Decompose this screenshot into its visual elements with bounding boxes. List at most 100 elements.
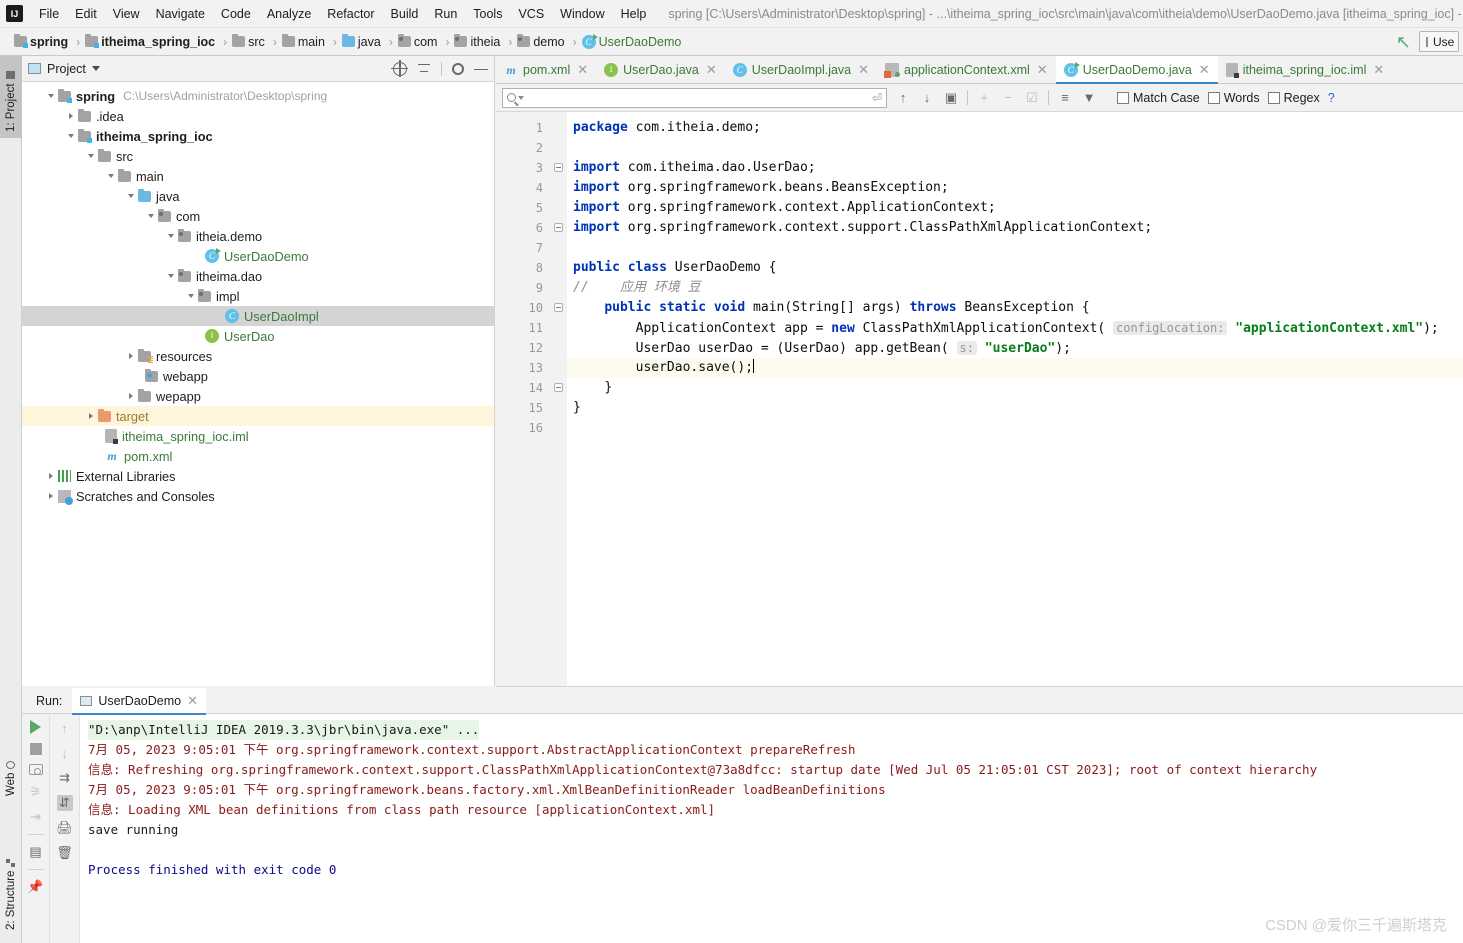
hide-icon[interactable] xyxy=(474,62,488,76)
menu-build[interactable]: Build xyxy=(383,4,427,24)
match-case-checkbox[interactable]: Match Case xyxy=(1117,91,1200,105)
stop-icon[interactable] xyxy=(29,743,42,755)
breadcrumb-itheia[interactable]: itheia xyxy=(452,34,505,49)
menu-help[interactable]: Help xyxy=(613,4,655,24)
search-field[interactable] xyxy=(524,90,872,105)
tree-item-src[interactable]: src xyxy=(22,146,494,166)
print-icon[interactable]: 🖨 xyxy=(56,820,73,836)
tree-item-wepapp[interactable]: wepapp xyxy=(22,386,494,406)
breadcrumb-userdaodemo[interactable]: C UserDaoDemo xyxy=(580,33,687,49)
gear-icon[interactable] xyxy=(452,62,464,75)
run-configuration-selector[interactable]: Use xyxy=(1419,31,1459,52)
tree-item-java[interactable]: java xyxy=(22,186,494,206)
menu-file[interactable]: File xyxy=(31,4,67,24)
help-icon[interactable]: ? xyxy=(1328,91,1335,105)
tree-item-userdao[interactable]: I UserDao xyxy=(22,326,494,346)
fold-icon[interactable] xyxy=(554,303,563,312)
tab-itheima-spring-ioc-iml[interactable]: itheima_spring_ioc.iml ✕ xyxy=(1218,56,1393,83)
soft-wrap-icon[interactable]: ⇉ xyxy=(57,770,73,786)
menu-tools[interactable]: Tools xyxy=(465,4,510,24)
menu-refactor[interactable]: Refactor xyxy=(319,4,382,24)
run-icon[interactable] xyxy=(30,720,41,734)
breadcrumb-spring[interactable]: spring xyxy=(12,34,73,49)
close-icon[interactable]: ✕ xyxy=(187,693,198,709)
menu-run[interactable]: Run xyxy=(426,4,465,24)
breadcrumb-com[interactable]: com xyxy=(396,34,443,49)
locate-icon[interactable] xyxy=(391,59,408,77)
menu-vcs[interactable]: VCS xyxy=(510,4,552,24)
sidebar-item-structure[interactable]: 2: Structure xyxy=(0,836,22,936)
code-lines[interactable]: package com.itheia.demo; import com.ithe… xyxy=(567,112,1463,686)
tab-pom-xml[interactable]: m pom.xml ✕ xyxy=(496,56,596,83)
chevron-right-icon[interactable] xyxy=(84,413,98,419)
menu-analyze[interactable]: Analyze xyxy=(259,4,319,24)
sidebar-item-web[interactable]: Web xyxy=(0,746,22,802)
close-icon[interactable]: ✕ xyxy=(1037,62,1048,78)
close-icon[interactable]: ✕ xyxy=(1373,62,1384,78)
find-next-icon[interactable]: ↓ xyxy=(919,90,935,106)
search-in-comments-icon[interactable]: ≡ xyxy=(1057,90,1073,106)
breadcrumb-demo[interactable]: demo xyxy=(515,34,569,49)
tab-userdao-java[interactable]: I UserDao.java ✕ xyxy=(596,56,725,83)
close-icon[interactable]: ✕ xyxy=(858,62,869,78)
tree-item-userdaodemo[interactable]: C UserDaoDemo xyxy=(22,246,494,266)
tree-item-external-libraries[interactable]: External Libraries xyxy=(22,466,494,486)
menu-code[interactable]: Code xyxy=(213,4,259,24)
tree-item-itheia-demo[interactable]: itheia.demo xyxy=(22,226,494,246)
tree-item-spring[interactable]: spring C:\Users\Administrator\Desktop\sp… xyxy=(22,86,494,106)
chevron-down-icon[interactable] xyxy=(164,274,178,278)
chevron-down-icon[interactable] xyxy=(64,134,78,138)
words-checkbox[interactable]: Words xyxy=(1207,91,1260,105)
chevron-down-icon[interactable] xyxy=(104,174,118,178)
chevron-down-icon[interactable] xyxy=(44,94,58,98)
menu-edit[interactable]: Edit xyxy=(67,4,105,24)
tree-item-pom[interactable]: m pom.xml xyxy=(22,446,494,466)
breadcrumb-main[interactable]: main xyxy=(280,34,330,49)
scroll-down-icon[interactable]: ↓ xyxy=(57,745,73,761)
tree-item-itheima-spring-ioc[interactable]: itheima_spring_ioc xyxy=(22,126,494,146)
chevron-down-icon[interactable] xyxy=(124,194,138,198)
close-icon[interactable]: ✕ xyxy=(1199,62,1210,78)
screenshot-icon[interactable] xyxy=(28,764,43,775)
sidebar-item-project[interactable]: 1: Project xyxy=(0,56,22,138)
chevron-right-icon[interactable] xyxy=(124,393,138,399)
tab-userdaodemo-java[interactable]: C UserDaoDemo.java ✕ xyxy=(1055,56,1218,84)
fold-icon[interactable] xyxy=(554,383,563,392)
back-arrow-icon[interactable]: ↖ xyxy=(1396,33,1411,51)
breadcrumb-itheima-spring-ioc[interactable]: itheima_spring_ioc xyxy=(83,34,220,49)
chevron-down-icon[interactable] xyxy=(144,214,158,218)
menu-window[interactable]: Window xyxy=(552,4,612,24)
menu-navigate[interactable]: Navigate xyxy=(148,4,213,24)
tree-item-com[interactable]: com xyxy=(22,206,494,226)
code-editor[interactable]: 1 2 3 4 5 6 7 8 9 10 11 12 13 14 15 16 p… xyxy=(496,112,1463,686)
chevron-down-icon[interactable] xyxy=(91,66,100,71)
tree-item-userdaoimpl[interactable]: C UserDaoImpl xyxy=(22,306,494,326)
breadcrumb-src[interactable]: src xyxy=(230,34,270,49)
tree-item-main[interactable]: main xyxy=(22,166,494,186)
tree-item-itheima-dao[interactable]: itheima.dao xyxy=(22,266,494,286)
select-all-occurrences-icon[interactable]: ▣ xyxy=(943,90,959,106)
tree-item-resources[interactable]: resources xyxy=(22,346,494,366)
scroll-to-end-icon[interactable]: ⇵ xyxy=(56,795,73,811)
breadcrumb-java[interactable]: java xyxy=(340,34,386,49)
regex-checkbox[interactable]: Regex xyxy=(1267,91,1320,105)
collapse-all-icon[interactable] xyxy=(417,62,431,76)
close-icon[interactable]: ✕ xyxy=(706,62,717,78)
rerun-failed-icon[interactable]: ⚞ xyxy=(28,784,44,800)
fold-icon[interactable] xyxy=(554,223,563,232)
export-icon[interactable]: ⇥ xyxy=(28,809,44,825)
tree-item-target[interactable]: target xyxy=(22,406,494,426)
tree-item-impl[interactable]: impl xyxy=(22,286,494,306)
tree-item-scratches[interactable]: Scratches and Consoles xyxy=(22,486,494,506)
menu-view[interactable]: View xyxy=(105,4,148,24)
console-output[interactable]: "D:\anp\IntelliJ IDEA 2019.3.3\jbr\bin\j… xyxy=(80,714,1463,943)
tab-userdaoimpl-java[interactable]: C UserDaoImpl.java ✕ xyxy=(725,56,877,83)
scroll-up-icon[interactable]: ↑ xyxy=(57,720,73,736)
chevron-down-icon[interactable] xyxy=(164,234,178,238)
clear-all-icon[interactable]: 🗑 xyxy=(56,845,73,861)
tree-item-idea[interactable]: .idea xyxy=(22,106,494,126)
chevron-right-icon[interactable] xyxy=(44,473,58,479)
close-icon[interactable]: ✕ xyxy=(577,62,588,78)
find-previous-icon[interactable]: ↑ xyxy=(895,90,911,106)
chevron-right-icon[interactable] xyxy=(44,493,58,499)
